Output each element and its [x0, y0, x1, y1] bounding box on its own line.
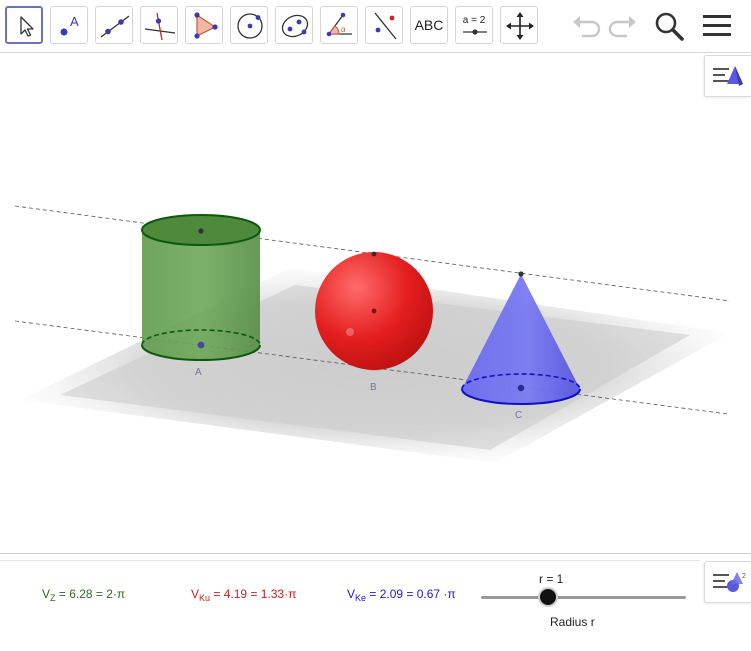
- reflect-tool-button[interactable]: [365, 6, 403, 44]
- toolbar: A α ABC a = 2: [0, 0, 751, 53]
- circle-center-icon: [237, 13, 263, 39]
- move-view-tool-button[interactable]: [500, 6, 538, 44]
- arrow-pointer-icon: [20, 16, 34, 37]
- undo-icon[interactable]: [570, 8, 602, 44]
- circle-tool-button[interactable]: [230, 6, 268, 44]
- menu-icon[interactable]: [700, 8, 734, 44]
- ellipse-icon: [281, 14, 309, 38]
- slider-tool-button[interactable]: a = 2: [455, 6, 493, 44]
- slider-caption: Radius r: [550, 615, 595, 629]
- svg-text:A: A: [70, 14, 79, 29]
- point-label-b: B: [370, 382, 377, 393]
- search-icon[interactable]: [652, 8, 686, 44]
- style-bar-3d-icon: [713, 66, 743, 86]
- angle-tool-button[interactable]: α: [320, 6, 358, 44]
- point-label-c: C: [515, 410, 522, 421]
- move-arrows-icon: [506, 12, 534, 40]
- text-abc-icon: ABC: [414, 17, 444, 33]
- angle-icon: α: [326, 12, 352, 37]
- line-tool-button[interactable]: [95, 6, 133, 44]
- conic-tool-button[interactable]: [275, 6, 313, 44]
- algebra-panel: VZ = 6.28 = 2·π VKu = 4.19 = 1.33·π VKe …: [0, 553, 751, 651]
- slider-line-icon: [463, 29, 487, 35]
- slider-value-label: r = 1: [539, 572, 564, 586]
- polygon-tool-button[interactable]: [185, 6, 223, 44]
- sphere[interactable]: [315, 251, 433, 371]
- volume-cylinder[interactable]: VZ = 6.28 = 2·π: [42, 587, 125, 603]
- graphics-3d-view[interactable]: A B C: [0, 53, 751, 553]
- svg-text:α: α: [341, 25, 346, 34]
- slider-handle[interactable]: [540, 589, 556, 605]
- graphics-style-bar-button[interactable]: [704, 55, 751, 97]
- cylinder[interactable]: [141, 214, 261, 361]
- perpendicular-line-tool-button[interactable]: [140, 6, 178, 44]
- slider-track[interactable]: [481, 596, 686, 599]
- algebra-style-bar-button[interactable]: 2: [704, 561, 751, 603]
- panel-divider: [0, 560, 700, 561]
- point-label-a: A: [195, 367, 202, 378]
- move-tool-button[interactable]: [5, 6, 43, 44]
- perpendicular-line-icon: [144, 12, 176, 41]
- reflect-line-icon: [374, 12, 397, 40]
- svg-text:2: 2: [742, 573, 746, 580]
- style-bar-algebra-icon: 2: [713, 572, 746, 592]
- volume-cone[interactable]: VKe = 2.09 = 0.67 ·π: [347, 587, 456, 603]
- point-a-icon: A: [60, 14, 79, 36]
- triangle-icon: [194, 12, 218, 39]
- point-tool-button[interactable]: A: [50, 6, 88, 44]
- line-through-points-icon: [100, 15, 130, 38]
- volume-sphere[interactable]: VKu = 4.19 = 1.33·π: [191, 587, 296, 603]
- text-tool-button[interactable]: ABC: [410, 6, 448, 44]
- redo-icon[interactable]: [607, 8, 639, 44]
